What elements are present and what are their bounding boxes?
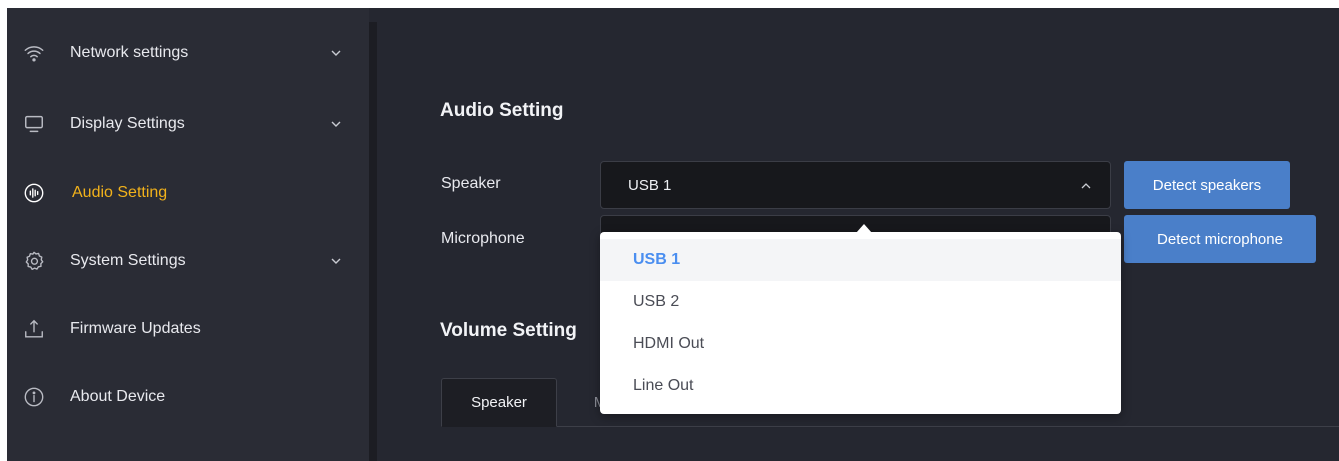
sidebar-item-about-device[interactable]: About Device xyxy=(7,372,369,422)
detect-speakers-button[interactable]: Detect speakers xyxy=(1124,161,1290,209)
sidebar-item-label: Display Settings xyxy=(70,115,185,132)
sidebar-item-system-settings[interactable]: System Settings xyxy=(7,236,369,286)
chevron-up-icon xyxy=(1080,179,1092,191)
dropdown-option-usb-2[interactable]: USB 2 xyxy=(600,281,1121,323)
sidebar-item-firmware-updates[interactable]: Firmware Updates xyxy=(7,304,369,354)
speaker-dropdown-menu: USB 1 USB 2 HDMI Out Line Out xyxy=(600,232,1121,414)
volume-section-title: Volume Setting xyxy=(440,320,577,341)
chevron-down-icon xyxy=(329,46,343,60)
speaker-label: Speaker xyxy=(441,175,501,192)
audio-wave-icon xyxy=(23,182,45,204)
chevron-down-icon xyxy=(329,254,343,268)
wifi-icon xyxy=(23,42,45,64)
dropdown-option-hdmi-out[interactable]: HDMI Out xyxy=(600,323,1121,365)
audio-section-title: Audio Setting xyxy=(440,100,564,121)
tab-speaker[interactable]: Speaker xyxy=(441,378,557,427)
sidebar-item-network-settings[interactable]: Network settings xyxy=(7,28,369,78)
microphone-label: Microphone xyxy=(441,230,525,247)
sidebar-item-label: Network settings xyxy=(70,44,189,61)
sidebar-item-label: System Settings xyxy=(70,252,186,269)
detect-microphone-button[interactable]: Detect microphone xyxy=(1124,215,1316,263)
sidebar-item-label: Audio Setting xyxy=(72,184,168,201)
sidebar-item-audio-setting[interactable]: Audio Setting xyxy=(7,168,369,218)
dropdown-option-line-out[interactable]: Line Out xyxy=(600,365,1121,407)
chevron-down-icon xyxy=(329,117,343,131)
sidebar: Network settings Display Settings Audio … xyxy=(7,8,369,461)
gear-icon xyxy=(23,250,45,272)
dropdown-option-usb-1[interactable]: USB 1 xyxy=(600,239,1121,281)
speaker-select-value: USB 1 xyxy=(628,177,672,194)
sidebar-item-label: Firmware Updates xyxy=(70,320,201,337)
info-icon xyxy=(23,386,45,408)
sidebar-divider xyxy=(369,22,377,461)
tabs-underline xyxy=(441,426,1339,427)
sidebar-item-label: About Device xyxy=(70,388,166,405)
app-window: Network settings Display Settings Audio … xyxy=(7,8,1339,461)
dropdown-arrow xyxy=(856,224,872,233)
speaker-select[interactable]: USB 1 xyxy=(600,161,1111,209)
sidebar-item-display-settings[interactable]: Display Settings xyxy=(7,99,369,149)
upload-icon xyxy=(23,318,45,340)
monitor-icon xyxy=(23,113,45,135)
